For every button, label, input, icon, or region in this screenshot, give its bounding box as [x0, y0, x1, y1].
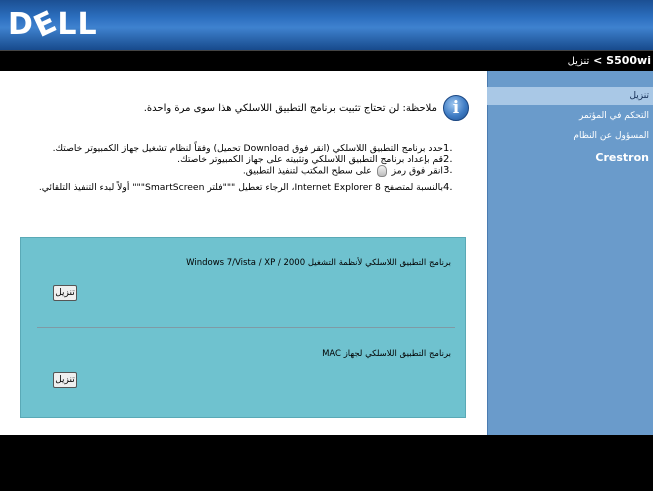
step-text: حدد برنامج التطبيق اللاسلكي (انقر فوق Do…: [52, 143, 443, 154]
info-icon: i: [443, 95, 469, 121]
sidebar-item-download[interactable]: تنزيل: [487, 87, 653, 105]
mouse-icon: [376, 165, 387, 177]
mac-download-button[interactable]: تنزيل: [53, 372, 77, 388]
step-item: 3. انقر فوق رمز على سطح المكتب لتنفيذ ال…: [17, 165, 457, 177]
step-number: 2.: [443, 154, 453, 165]
step-item: 2. قم بإعداد برنامج التطبيق اللاسلكي وتث…: [17, 154, 457, 165]
step-text: قم بإعداد برنامج التطبيق اللاسلكي وتثبيت…: [177, 154, 443, 165]
step-text: انقر فوق رمز على سطح المكتب لتنفيذ التطب…: [17, 165, 443, 177]
step-text-after: على سطح المكتب لتنفيذ التطبيق.: [242, 165, 372, 177]
step-number: 3.: [443, 165, 453, 176]
dell-logo: D E LL: [8, 4, 98, 45]
header-bar: D E LL: [0, 0, 653, 50]
install-note: i ملاحظة: لن تحتاج تثبيت برنامج التطبيق …: [144, 95, 469, 121]
step-item: 1. حدد برنامج التطبيق اللاسلكي (انقر فوق…: [17, 143, 457, 154]
windows-app-label: برنامج التطبيق اللاسلكي لأنظمة التشغيل W…: [186, 258, 451, 268]
breadcrumb-bar: تنزيل < S500wi: [0, 50, 653, 70]
info-icon-glyph: i: [452, 98, 460, 118]
main-content: i ملاحظة: لن تحتاج تثبيت برنامج التطبيق …: [0, 71, 487, 435]
windows-download-button[interactable]: تنزيل: [53, 285, 77, 301]
breadcrumb: تنزيل < S500wi: [568, 54, 651, 67]
sidebar-item-system-admin[interactable]: المسؤول عن النظام: [487, 127, 653, 145]
step-number: 1.: [443, 143, 453, 154]
step-text-before: انقر فوق رمز: [391, 165, 443, 177]
download-panel: برنامج التطبيق اللاسلكي لأنظمة التشغيل W…: [20, 237, 466, 418]
sidebar-nav: تنزيل التحكم في المؤتمر المسؤول عن النظا…: [487, 71, 653, 435]
step-text: بالنسبة لمتصفح Internet Explorer 8، الرج…: [38, 182, 443, 193]
breadcrumb-product: S500wi: [606, 54, 651, 67]
step-item: 4. بالنسبة لمتصفح Internet Explorer 8، ا…: [17, 182, 457, 193]
mac-app-label: برنامج التطبيق اللاسلكي لجهاز MAC: [322, 349, 451, 359]
breadcrumb-separator: <: [589, 54, 607, 67]
note-text: ملاحظة: لن تحتاج تثبيت برنامج التطبيق ال…: [143, 102, 437, 114]
logo-letters-ll: LL: [57, 6, 98, 42]
sidebar-item-conference-control[interactable]: التحكم في المؤتمر: [487, 107, 653, 125]
step-number: 4.: [443, 182, 453, 193]
sidebar-item-crestron[interactable]: Crestron: [487, 149, 653, 167]
panel-divider: [37, 327, 455, 328]
install-steps: 1. حدد برنامج التطبيق اللاسلكي (انقر فوق…: [17, 143, 457, 193]
footer-bar: [0, 435, 653, 491]
breadcrumb-current: تنزيل: [567, 56, 590, 67]
